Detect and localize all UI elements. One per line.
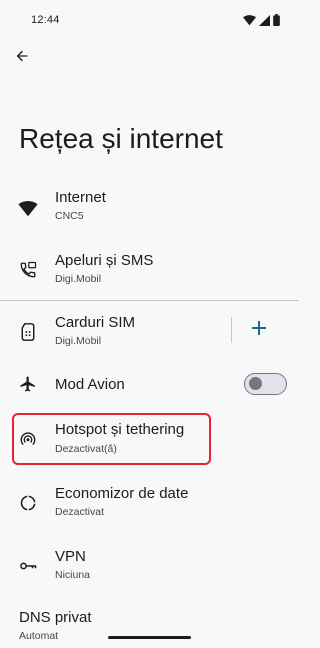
wifi-icon [17, 198, 39, 220]
call-sms-icon [17, 259, 39, 281]
toggle-knob [249, 377, 262, 390]
internet-title: Internet [55, 189, 106, 206]
gesture-nav-handle[interactable] [108, 636, 191, 639]
airplane-mode-toggle[interactable] [244, 373, 287, 395]
vpn-key-icon [17, 555, 39, 577]
section-divider [0, 300, 299, 301]
airplane-icon [17, 373, 39, 395]
calls-sms-subtitle: Digi.Mobil [55, 273, 102, 285]
data-saver-subtitle: Dezactivat [55, 506, 105, 518]
page-title: Rețea și internet [19, 123, 223, 154]
data-saver-title: Economizor de date [55, 485, 189, 502]
list-item-vpn[interactable]: VPN Niciuna [0, 541, 299, 597]
status-time: 12:44 [31, 14, 60, 26]
calls-sms-title: Apeluri și SMS [55, 252, 154, 269]
add-sim-button[interactable] [246, 317, 272, 343]
vpn-title: VPN [55, 548, 86, 565]
sim-card-icon [17, 321, 39, 343]
sim-cards-subtitle: Digi.Mobil [55, 335, 102, 347]
back-button[interactable] [8, 44, 36, 72]
private-dns-title: DNS privat [19, 609, 92, 626]
list-item-calls-sms[interactable]: Apeluri și SMS Digi.Mobil [0, 245, 299, 301]
list-item-data-saver[interactable]: Economizor de date Dezactivat [0, 478, 299, 534]
list-item-internet[interactable]: Internet CNC5 [0, 182, 299, 238]
wifi-icon [243, 13, 256, 31]
status-bar: 12:44 [0, 0, 299, 40]
plus-icon [252, 320, 266, 340]
internet-subtitle: CNC5 [55, 210, 84, 222]
highlight-box [12, 413, 211, 465]
sim-cards-title: Carduri SIM [55, 314, 136, 331]
private-dns-subtitle: Automat [19, 630, 59, 642]
list-item-sim-cards[interactable]: Carduri SIM Digi.Mobil [0, 307, 225, 363]
signal-icon [259, 13, 270, 31]
arrow-back-icon [14, 48, 30, 69]
battery-icon [273, 13, 280, 31]
vertical-separator [231, 317, 232, 343]
vpn-subtitle: Niciuna [55, 569, 91, 581]
status-icons [243, 13, 280, 31]
airplane-mode-title: Mod Avion [55, 376, 125, 393]
data-saver-icon [17, 492, 39, 514]
